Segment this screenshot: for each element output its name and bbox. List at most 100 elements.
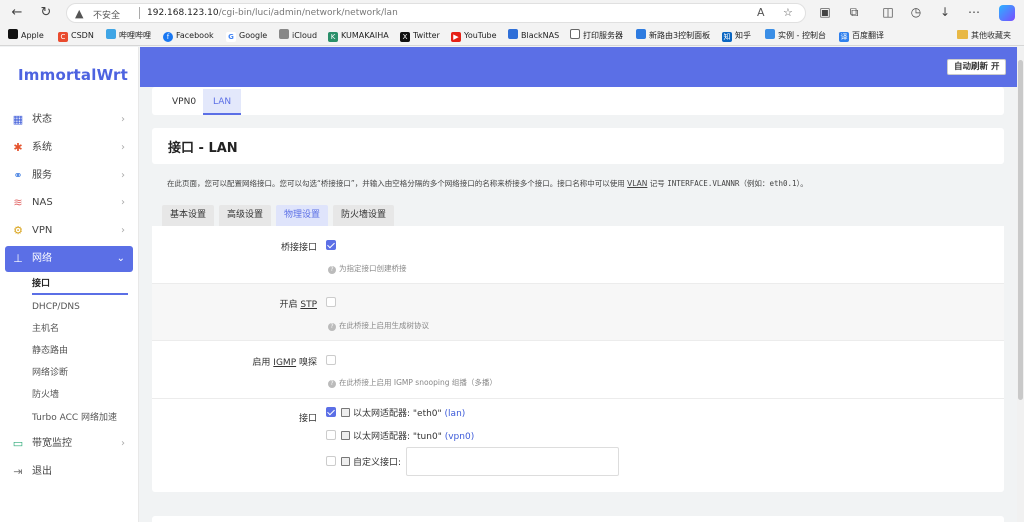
- back-icon[interactable]: ←: [9, 5, 25, 21]
- stp-abbr: STP: [300, 300, 317, 310]
- desc-text: 记号: [649, 179, 665, 188]
- igmp-abbr: IGMP: [273, 358, 297, 368]
- bookmark-label: YouTube: [464, 31, 497, 40]
- sidebar-item-system[interactable]: ✱ 系统 ›: [5, 135, 133, 161]
- reload-icon[interactable]: ↻: [38, 5, 54, 21]
- sidebar-item-nas[interactable]: ≋ NAS ›: [5, 190, 133, 216]
- sidebar-item-network[interactable]: ⊥ 网络 ⌄: [5, 246, 133, 272]
- label-text: 嗅探: [296, 358, 317, 368]
- other-bookmarks-folder[interactable]: 其他收藏夹: [957, 29, 1011, 43]
- address-bar[interactable]: ▲ 不安全 192.168.123.10/cgi-bin/luci/admin/…: [66, 3, 806, 23]
- tab-advanced-settings[interactable]: 高级设置: [219, 205, 272, 226]
- sidebar-sub-diagnostics[interactable]: 网络诊断: [32, 366, 68, 380]
- tab-physical-settings[interactable]: 物理设置: [276, 205, 329, 226]
- iface-eth0-option[interactable]: 以太网适配器: "eth0" (lan): [341, 406, 465, 419]
- interface-label: 接口: [298, 414, 317, 424]
- folder-icon: [957, 30, 968, 39]
- bookmark-youtube[interactable]: ▶ YouTube: [451, 29, 497, 43]
- scrollbar-thumb[interactable]: [1018, 60, 1023, 400]
- extensions-icon[interactable]: ⧉: [846, 5, 862, 20]
- status-icon: ▦: [12, 113, 24, 126]
- auto-refresh-button[interactable]: 自动刷新 开: [947, 59, 1007, 75]
- bookmark-bilibili[interactable]: 哔哩哔哩: [106, 29, 151, 43]
- custom-iface-checkbox[interactable]: [326, 456, 336, 466]
- sidebar-item-status[interactable]: ▦ 状态 ›: [5, 107, 133, 133]
- tab-firewall-settings[interactable]: 防火墙设置: [333, 205, 395, 226]
- iface-tun0-option[interactable]: 以太网适配器: "tun0" (vpn0): [341, 429, 474, 442]
- bookmark-label: 实例 - 控制台: [778, 31, 826, 40]
- chevron-right-icon: ›: [121, 438, 125, 449]
- bookmark-google[interactable]: G Google: [226, 29, 267, 43]
- bookmark-blacknas[interactable]: BlackNAS: [508, 29, 559, 43]
- bookmark-label: 知乎: [735, 31, 751, 40]
- sidebar-sub-dhcp-dns[interactable]: DHCP/DNS: [32, 300, 80, 314]
- bookmark-twitter[interactable]: X Twitter: [400, 29, 440, 43]
- iface-network-link[interactable]: (lan): [445, 409, 466, 419]
- desc-text: （例如：: [739, 179, 770, 188]
- tab-lan[interactable]: LAN: [203, 89, 242, 115]
- next-section-card: [152, 516, 1004, 522]
- warning-icon: ▲: [75, 7, 84, 20]
- sidebar-sub-firewall[interactable]: 防火墙: [32, 388, 59, 402]
- app-logo[interactable]: ImmortalWrt: [18, 66, 128, 84]
- igmp-checkbox[interactable]: [326, 355, 336, 365]
- bridge-label: 桥接接口: [280, 243, 317, 253]
- bookmark-router-panel[interactable]: 新路由3控制面板: [636, 29, 710, 43]
- apple-icon: [279, 29, 289, 39]
- sidebar-item-label: 状态: [32, 114, 52, 125]
- bookmark-label: iCloud: [292, 31, 318, 40]
- iface-eth0-checkbox[interactable]: [326, 407, 336, 417]
- page-description: 在此页面，您可以配置网络接口。您可以勾选“桥接接口”，并输入由空格分隔的多个网络…: [167, 178, 808, 189]
- bookmark-label: Twitter: [413, 31, 440, 40]
- bookmark-apple[interactable]: Apple: [8, 29, 44, 43]
- cloud-icon: [765, 29, 775, 39]
- sidebar-item-services[interactable]: ⚭ 服务 ›: [5, 163, 133, 189]
- bookmark-print-server[interactable]: 打印服务器: [570, 29, 623, 43]
- bookmark-instance-console[interactable]: 实例 - 控制台: [765, 29, 826, 43]
- tab-vpn0[interactable]: VPN0: [162, 89, 206, 115]
- blacknas-icon: [508, 29, 518, 39]
- sidebar-item-logout[interactable]: ⇥ 退出: [5, 459, 133, 485]
- tab-basic-settings[interactable]: 基本设置: [162, 205, 215, 226]
- copilot-icon[interactable]: [999, 5, 1015, 21]
- services-icon: ⚭: [13, 169, 23, 182]
- bookmark-facebook[interactable]: f Facebook: [163, 29, 214, 43]
- iface-tun0-checkbox[interactable]: [326, 430, 336, 440]
- url-text[interactable]: 192.168.123.10/cgi-bin/luci/admin/networ…: [147, 8, 398, 18]
- bookmark-label: BlackNAS: [521, 31, 560, 40]
- bookmark-baidu-translate[interactable]: 译百度翻译: [839, 29, 884, 43]
- sidebar-item-label: 系统: [32, 142, 52, 153]
- sidebar-item-bandwidth[interactable]: ▭ 带宽监控 ›: [5, 431, 133, 457]
- sidebar-item-vpn[interactable]: ⚙ VPN ›: [5, 218, 133, 244]
- bookmark-label: 新路由3控制面板: [649, 31, 711, 40]
- stp-checkbox[interactable]: [326, 297, 336, 307]
- sidebar-sub-static-routes[interactable]: 静态路由: [32, 344, 68, 358]
- iface-text: 以太网适配器: "tun0": [353, 432, 442, 442]
- read-aloud-icon[interactable]: A: [757, 6, 765, 19]
- sidebar-sub-interfaces[interactable]: 接口: [32, 277, 50, 291]
- nas-icon: ≋: [13, 196, 23, 209]
- header-band: [140, 47, 1024, 87]
- bookmark-kumakaiha[interactable]: K KUMAKAIHA: [328, 29, 389, 43]
- bookmark-icloud[interactable]: iCloud: [279, 29, 317, 43]
- bookmark-zhihu[interactable]: 知知乎: [722, 29, 751, 43]
- custom-iface-input[interactable]: [406, 447, 619, 476]
- more-icon[interactable]: ⋯: [966, 5, 982, 19]
- sidebar-sub-turbo-acc[interactable]: Turbo ACC 网络加速: [32, 411, 117, 425]
- wifi-icon: [636, 29, 646, 39]
- iface-network-link[interactable]: (vpn0): [445, 432, 475, 442]
- split-screen-icon[interactable]: ◫: [880, 5, 896, 19]
- bookmark-csdn[interactable]: C CSDN: [58, 29, 94, 43]
- history-icon[interactable]: ◷: [908, 5, 924, 19]
- security-label: 不安全: [93, 11, 121, 21]
- stp-hint: ? 在此桥接上启用生成树协议: [328, 320, 429, 331]
- download-icon[interactable]: ↓: [937, 5, 953, 19]
- page-title: 接口 - LAN: [168, 141, 238, 156]
- collections-icon[interactable]: ▣: [817, 5, 833, 19]
- sidebar-sub-hostnames[interactable]: 主机名: [32, 322, 59, 336]
- page-icon: [570, 29, 580, 39]
- bridge-checkbox[interactable]: [326, 240, 336, 250]
- favorite-star-icon[interactable]: ☆: [783, 6, 793, 19]
- desc-code: INTERFACE.VLANNR: [667, 179, 740, 188]
- bookmark-label: KUMAKAIHA: [341, 31, 389, 40]
